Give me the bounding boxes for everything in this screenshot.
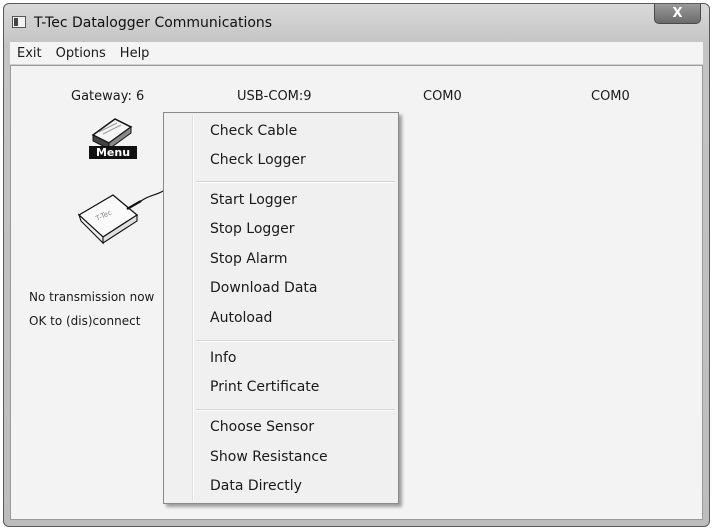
menu-item-choose-sensor[interactable]: Choose Sensor <box>210 419 314 435</box>
menu-item-stop-alarm[interactable]: Stop Alarm <box>210 251 287 267</box>
menu-item-start-logger[interactable]: Start Logger <box>210 192 297 208</box>
window-title: T-Tec Datalogger Communications <box>34 15 273 31</box>
com-port-label-2[interactable]: COM0 <box>591 89 630 104</box>
menu-exit[interactable]: Exit <box>10 46 49 61</box>
menu-separator <box>196 409 395 411</box>
menu-item-show-resistance[interactable]: Show Resistance <box>210 449 328 465</box>
menu-item-stop-logger[interactable]: Stop Logger <box>210 221 295 237</box>
com-port-label-1[interactable]: COM0 <box>423 89 462 104</box>
context-menu: Check Cable Check Logger Start Logger St… <box>163 112 399 504</box>
close-icon: X <box>672 6 683 21</box>
menu-gutter <box>192 115 194 501</box>
status-text-1: No transmission now <box>29 290 155 304</box>
menu-icon-label: Menu <box>89 146 137 159</box>
close-button[interactable]: X <box>654 4 701 24</box>
menu-item-info[interactable]: Info <box>210 350 237 366</box>
menu-help[interactable]: Help <box>113 46 157 61</box>
menu-bar: Exit Options Help <box>10 42 703 65</box>
menu-item-autoload[interactable]: Autoload <box>210 310 272 326</box>
menu-item-check-cable[interactable]: Check Cable <box>210 123 297 139</box>
menu-item-check-logger[interactable]: Check Logger <box>210 152 306 168</box>
menu-item-print-certificate[interactable]: Print Certificate <box>210 379 319 395</box>
menu-separator <box>196 340 395 342</box>
menu-item-data-directly[interactable]: Data Directly <box>210 478 302 494</box>
menu-options[interactable]: Options <box>49 46 113 61</box>
menu-item-download-data[interactable]: Download Data <box>210 280 317 296</box>
usb-com-label[interactable]: USB-COM:9 <box>237 89 312 104</box>
title-bar[interactable]: T-Tec Datalogger Communications X <box>4 4 709 42</box>
app-icon[interactable] <box>12 16 26 28</box>
menu-separator <box>196 181 395 183</box>
gateway-label: Gateway: 6 <box>71 89 145 104</box>
status-text-2: OK to (dis)connect <box>29 314 141 328</box>
logger-device-image: T-Tec <box>77 190 164 245</box>
